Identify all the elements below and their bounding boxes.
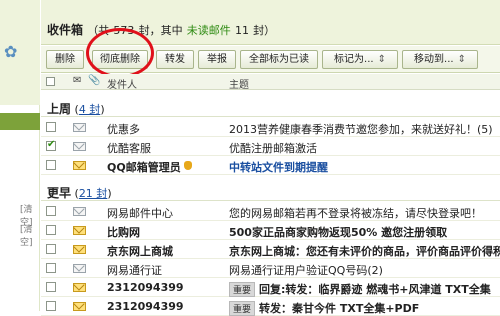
row-checkbox[interactable] (46, 139, 56, 151)
row-sender: 京东网上商城 (107, 245, 173, 258)
row-checkbox[interactable] (46, 122, 56, 132)
subject-column-header[interactable]: 主题 (229, 76, 249, 91)
page-title: 收件箱 （共 573 封，其中 未读邮件 11 封） (47, 23, 276, 37)
unread-count: 11 (234, 24, 249, 37)
row-sender: 2312094399 (107, 300, 184, 313)
read-envelope-icon (73, 123, 86, 132)
row-checkbox[interactable] (46, 263, 56, 273)
delete-button[interactable]: 删除 (46, 50, 84, 69)
table-row[interactable]: 优惠多 2013营养健康春季消费节邀您参加，来就送好礼！(5) (41, 118, 500, 137)
read-envelope-icon (73, 142, 86, 151)
table-row[interactable]: 2312094399 重要 转发：秦甘今件 TXT全集+PDF (41, 297, 500, 316)
row-sender: 网易通行证 (107, 264, 162, 277)
unread-envelope-icon (73, 302, 86, 311)
group-count-link[interactable]: 4 封 (79, 103, 101, 116)
row-checkbox[interactable] (46, 160, 56, 170)
group-last-week: 上周 (4 封) (41, 98, 500, 117)
read-envelope-icon (73, 207, 86, 216)
unread-envelope-icon (73, 226, 86, 235)
column-header: ✉ 📎 发件人 主题 (41, 74, 500, 91)
unread-envelope-icon (73, 283, 86, 292)
row-subject[interactable]: 优酷注册邮箱激活 (229, 140, 500, 156)
important-tag: 重要 (229, 301, 256, 316)
envelope-column-icon: ✉ (73, 75, 82, 86)
inbox-panel: 收件箱 （共 573 封，其中 未读邮件 11 封） 删除 彻底删除 转发 举报… (41, 0, 500, 316)
row-subject[interactable]: 您的网易邮箱若再不登录将被冻结，请尽快登录吧！ (229, 205, 500, 221)
table-row[interactable]: QQ邮箱管理员 中转站文件到期提醒 (41, 156, 500, 175)
table-row[interactable]: 比购网 500家正品商家购物返现50% 邀您注册领取 (41, 221, 500, 240)
select-all-checkbox[interactable] (46, 77, 55, 86)
row-checkbox[interactable] (46, 206, 56, 216)
read-envelope-icon (73, 264, 86, 273)
attachment-column-icon: 📎 (88, 75, 101, 86)
row-checkbox[interactable] (46, 301, 56, 311)
group-count-link[interactable]: 21 封 (79, 187, 108, 200)
row-checkbox[interactable] (46, 282, 56, 292)
table-row[interactable]: 京东网上商城 京东网上商城：您还有未评价的商品，评价商品评价得积分 (41, 240, 500, 259)
row-subject[interactable]: 网易通行证用户验证QQ号码(2) (229, 262, 500, 278)
row-sender: 优惠多 (107, 123, 140, 136)
qq-penguin-icon (184, 161, 192, 170)
mark-all-read-button[interactable]: 全部标为已读 (240, 50, 318, 69)
clear-link[interactable]: [清空] (20, 222, 39, 248)
report-button[interactable]: 举报 (198, 50, 236, 69)
row-checkbox[interactable] (46, 225, 56, 235)
sender-column-header[interactable]: 发件人 (107, 76, 137, 91)
red-highlight-circle (86, 28, 154, 78)
unread-link[interactable]: 未读邮件 (187, 24, 231, 37)
dropdown-arrow-icon: ⇕ (377, 54, 386, 65)
row-checkbox[interactable] (46, 244, 56, 254)
table-row[interactable]: 网易通行证 网易通行证用户验证QQ号码(2) (41, 259, 500, 278)
row-subject[interactable]: 2013营养健康春季消费节邀您参加，来就送好礼！(5) (229, 121, 500, 137)
row-sender: 网易邮件中心 (107, 207, 173, 220)
table-row[interactable]: 优酷客服 优酷注册邮箱激活 (41, 137, 500, 156)
mark-as-dropdown[interactable]: 标记为... ⇕ (322, 50, 398, 69)
left-sidebar: ✿ [清空] [清空] (0, 0, 40, 311)
unread-envelope-icon (73, 161, 86, 170)
flower-icon: ✿ (4, 42, 18, 61)
forward-button[interactable]: 转发 (156, 50, 194, 69)
move-to-dropdown[interactable]: 移动到... ⇕ (402, 50, 478, 69)
row-sender: 比购网 (107, 226, 140, 239)
table-row[interactable]: 网易邮件中心 您的网易邮箱若再不登录将被冻结，请尽快登录吧！ (41, 202, 500, 221)
sidebar-selected-bar[interactable] (0, 113, 40, 130)
row-subject[interactable]: 500家正品商家购物返现50% 邀您注册领取 (229, 224, 500, 240)
row-subject[interactable]: 中转站文件到期提醒 (229, 159, 500, 175)
group-earlier: 更早 (21 封) (41, 182, 500, 201)
unread-envelope-icon (73, 245, 86, 254)
dropdown-arrow-icon: ⇕ (457, 54, 466, 65)
important-tag: 重要 (229, 282, 256, 297)
row-subject[interactable]: 京东网上商城：您还有未评价的商品，评价商品评价得积分 (229, 243, 500, 259)
table-row[interactable]: 2312094399 重要 回复:转发：临界爵迹 燃魂书+风津道 TXT全集 (41, 278, 500, 297)
row-sender: 优酷客服 (107, 142, 151, 155)
row-subject[interactable]: 重要 回复:转发：临界爵迹 燃魂书+风津道 TXT全集 (229, 281, 500, 297)
row-sender: 2312094399 (107, 281, 184, 294)
row-sender: QQ邮箱管理员 (107, 161, 181, 174)
row-subject[interactable]: 重要 转发：秦甘今件 TXT全集+PDF (229, 300, 500, 316)
